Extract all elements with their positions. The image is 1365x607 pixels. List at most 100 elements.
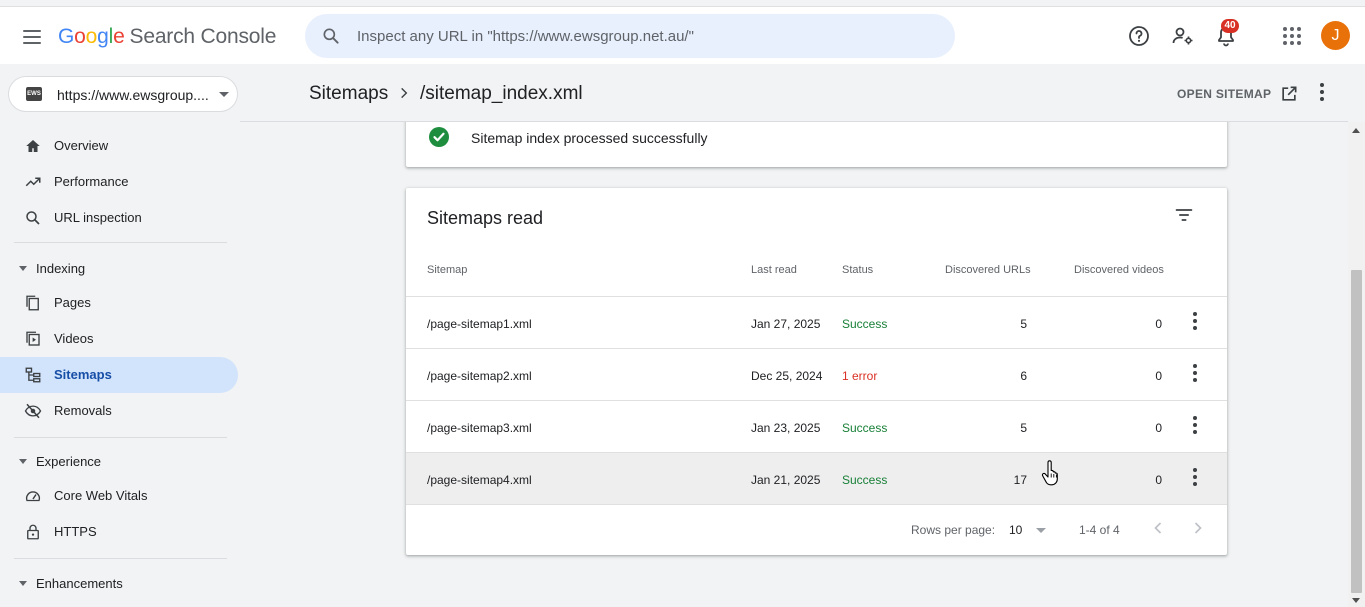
status-text: Success	[842, 421, 888, 435]
sidebar-item-label: Videos	[54, 331, 94, 346]
hand-pointer-cursor-icon	[1041, 460, 1058, 486]
status-text: Success	[842, 473, 888, 487]
sitemap-path: /page-sitemap4.xml	[427, 473, 532, 487]
account-avatar[interactable]: J	[1321, 21, 1350, 50]
pages-icon	[26, 295, 39, 311]
last-read-date: Dec 25, 2024	[751, 369, 823, 383]
open-sitemap-button[interactable]: OPEN SITEMAP	[1177, 82, 1299, 106]
property-favicon-icon: EWS	[26, 87, 42, 101]
help-icon[interactable]	[1127, 24, 1151, 48]
discovered-videos: 0	[1155, 317, 1162, 331]
column-header-status[interactable]: Status	[842, 264, 873, 276]
pagination-range: 1-4 of 4	[1079, 523, 1120, 537]
last-read-date: Jan 23, 2025	[751, 421, 821, 435]
sidebar-section-indexing[interactable]: Indexing	[0, 253, 238, 283]
last-read-date: Jan 21, 2025	[751, 473, 821, 487]
sidebar-item-removals[interactable]: Removals	[0, 393, 238, 429]
notification-count-badge: 40	[1221, 19, 1239, 33]
open-in-new-icon	[1282, 86, 1297, 101]
sidebar-item-url-inspection[interactable]: URL inspection	[0, 200, 238, 236]
column-header-last-read[interactable]: Last read	[751, 264, 797, 276]
sidebar-item-label: Removals	[54, 403, 112, 418]
sidebar-item-pages[interactable]: Pages	[0, 285, 238, 321]
url-inspection-search[interactable]	[305, 14, 955, 58]
sitemaps-read-card: Sitemaps read Sitemap Last read Status D…	[406, 188, 1227, 555]
sidebar-divider	[14, 558, 227, 559]
rows-per-page-label: Rows per page:	[911, 523, 996, 537]
header-divider	[240, 121, 1348, 122]
section-label: Enhancements	[36, 576, 123, 591]
table-row[interactable]: /page-sitemap4.xml Jan 21, 2025 Success …	[406, 452, 1227, 504]
sidebar-item-https[interactable]: HTTPS	[0, 514, 238, 550]
chevron-down-icon	[1036, 528, 1046, 533]
row-more-options-icon[interactable]	[1185, 467, 1205, 487]
apps-grid-icon[interactable]	[1280, 24, 1304, 48]
card-title: Sitemaps read	[427, 208, 544, 228]
sidebar-item-label: HTTPS	[54, 524, 97, 539]
column-header-sitemap[interactable]: Sitemap	[427, 264, 467, 276]
menu-icon[interactable]	[20, 25, 44, 49]
more-options-icon[interactable]	[1312, 82, 1332, 102]
status-message: Sitemap index processed successfully	[471, 130, 708, 146]
sidebar-item-label: Sitemaps	[54, 367, 112, 382]
discovered-videos: 0	[1155, 473, 1162, 487]
video-icon	[26, 331, 40, 346]
row-more-options-icon[interactable]	[1185, 363, 1205, 383]
collapse-triangle-icon	[19, 581, 27, 586]
breadcrumb-sitemaps[interactable]: Sitemaps	[309, 83, 388, 105]
rows-per-page-select[interactable]: 10	[1009, 521, 1051, 539]
discovered-urls: 5	[1020, 317, 1027, 331]
row-more-options-icon[interactable]	[1185, 415, 1205, 435]
page-title: /sitemap_index.xml	[420, 83, 583, 104]
previous-page-icon[interactable]	[1148, 518, 1168, 538]
manage-users-icon[interactable]	[1171, 24, 1195, 48]
top-app-bar: GoogleSearch Console 40 J	[0, 6, 1365, 64]
sidebar-section-experience[interactable]: Experience	[0, 446, 238, 476]
search-icon	[26, 211, 40, 225]
sidebar-item-label: URL inspection	[54, 210, 142, 225]
sidebar-item-videos[interactable]: Videos	[0, 321, 238, 357]
next-page-icon[interactable]	[1188, 518, 1208, 538]
success-check-icon	[429, 127, 449, 147]
sidebar-item-performance[interactable]: Performance	[0, 164, 238, 200]
column-header-discovered-urls[interactable]: Discovered URLs	[945, 264, 1031, 276]
scrollbar-thumb[interactable]	[1351, 270, 1362, 593]
property-selector[interactable]: EWS https://www.ewsgroup....	[8, 76, 238, 112]
page-header: Sitemaps /sitemap_index.xml OPEN SITEMAP	[307, 72, 1348, 122]
open-sitemap-label: OPEN SITEMAP	[1177, 87, 1272, 101]
filter-icon[interactable]	[1174, 205, 1194, 225]
search-input[interactable]	[357, 14, 937, 58]
google-search-console-logo[interactable]: Google Search Console	[58, 25, 276, 49]
sidebar-divider	[14, 242, 227, 243]
sidebar-section-enhancements[interactable]: Enhancements	[0, 568, 238, 598]
table-row[interactable]: /page-sitemap1.xml Jan 27, 2025 Success …	[406, 296, 1227, 348]
sitemap-icon	[25, 367, 41, 383]
last-read-date: Jan 27, 2025	[751, 317, 821, 331]
logo-product-name: Search Console	[129, 25, 277, 48]
sidebar-item-label: Core Web Vitals	[54, 488, 148, 503]
status-text: 1 error	[842, 369, 878, 383]
page-scrollbar[interactable]	[1348, 122, 1365, 607]
discovered-urls: 6	[1020, 369, 1027, 383]
column-header-discovered-videos[interactable]: Discovered videos	[1074, 264, 1164, 276]
collapse-triangle-icon	[19, 459, 27, 464]
table-row[interactable]: /page-sitemap3.xml Jan 23, 2025 Success …	[406, 400, 1227, 452]
chevron-down-icon	[219, 92, 229, 97]
search-icon[interactable]	[321, 26, 341, 46]
lock-icon	[27, 524, 39, 540]
discovered-urls: 17	[1013, 473, 1027, 487]
row-more-options-icon[interactable]	[1185, 311, 1205, 331]
sidebar-divider	[14, 437, 227, 438]
sidebar-item-overview[interactable]: Overview	[0, 128, 238, 164]
sidebar-item-label: Overview	[54, 138, 109, 153]
sidebar-item-core-web-vitals[interactable]: Core Web Vitals	[0, 478, 238, 514]
scroll-down-arrow-icon[interactable]	[1352, 598, 1360, 603]
section-label: Indexing	[36, 261, 86, 276]
sidebar-item-sitemaps[interactable]: Sitemaps	[0, 357, 238, 393]
sidebar-item-label: Performance	[54, 174, 129, 189]
scroll-up-arrow-icon[interactable]	[1352, 128, 1360, 133]
visibility-off-icon	[24, 403, 42, 419]
rows-per-page-value: 10	[1009, 523, 1023, 537]
table-row[interactable]: /page-sitemap2.xml Dec 25, 2024 1 error …	[406, 348, 1227, 400]
property-url: https://www.ewsgroup....	[57, 87, 209, 103]
